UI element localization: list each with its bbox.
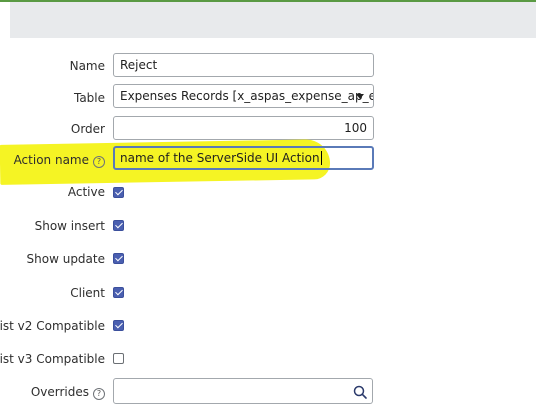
list-v2-label: List v2 Compatible	[0, 319, 105, 333]
name-field[interactable]: Reject	[113, 53, 374, 77]
action-name-label: Action name	[13, 153, 89, 167]
action-name-label-group: Action name?	[14, 153, 105, 168]
show-insert-checkbox[interactable]	[113, 220, 124, 231]
show-update-label: Show update	[26, 252, 105, 266]
order-label: Order	[70, 122, 105, 136]
list-v2-checkbox[interactable]	[113, 320, 124, 331]
order-field[interactable]: 100	[113, 116, 374, 140]
search-icon	[353, 385, 367, 399]
question-circle-icon[interactable]: ?	[93, 156, 105, 168]
action-name-value: name of the ServerSide UI Action	[120, 151, 320, 165]
table-select[interactable]: Expenses Records [x_aspas_expense_ap_ex.…	[113, 84, 374, 108]
show-update-checkbox[interactable]	[113, 253, 124, 264]
action-name-field[interactable]: name of the ServerSide UI Action	[113, 146, 374, 170]
question-circle-icon[interactable]: ?	[93, 388, 105, 400]
form-header-bar	[10, 2, 536, 38]
overrides-label: Overrides	[30, 385, 89, 399]
show-insert-label: Show insert	[34, 219, 105, 233]
active-checkbox[interactable]	[113, 187, 124, 198]
table-label: Table	[73, 91, 105, 105]
table-select-value: Expenses Records [x_aspas_expense_ap_ex.…	[120, 89, 374, 103]
client-checkbox[interactable]	[113, 287, 124, 298]
overrides-field[interactable]	[113, 378, 348, 404]
text-cursor	[320, 151, 322, 165]
chevron-down-icon	[356, 94, 364, 99]
client-label: Client	[70, 286, 105, 300]
active-label: Active	[67, 185, 105, 199]
list-v3-label: List v3 Compatible	[0, 352, 105, 366]
name-label: Name	[69, 59, 105, 73]
overrides-label-group: Overrides?	[31, 385, 105, 400]
list-v3-checkbox[interactable]	[113, 353, 124, 364]
overrides-search-button[interactable]	[347, 378, 373, 404]
